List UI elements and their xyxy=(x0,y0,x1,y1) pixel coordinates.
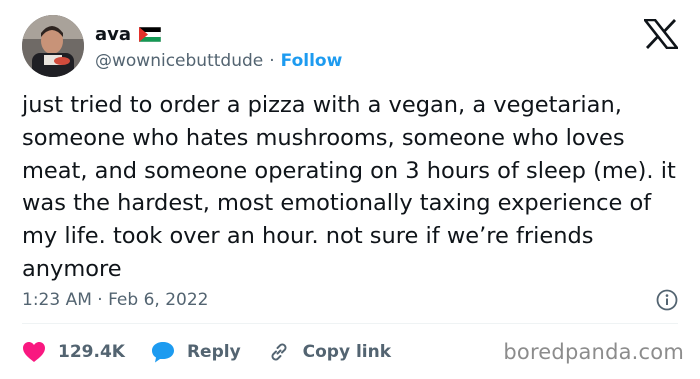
name-row: ava xyxy=(95,22,162,46)
reply-label: Reply xyxy=(186,342,241,362)
handle-row: @wownicebuttdude · Follow xyxy=(95,49,342,73)
copy-link-label: Copy link xyxy=(302,342,392,362)
reply-bubble-icon xyxy=(151,342,174,363)
tweet-header: ava @wownicebuttdude · Follow xyxy=(22,15,678,79)
heart-icon xyxy=(23,342,45,362)
tweet-meta: 1:23 AM · Feb 6, 2022 xyxy=(22,288,678,312)
like-button[interactable]: 129.4K xyxy=(22,341,125,363)
divider xyxy=(22,323,678,324)
watermark: boredpanda.com xyxy=(503,340,684,364)
avatar-image xyxy=(22,15,84,77)
tweet-timestamp[interactable]: 1:23 AM · Feb 6, 2022 xyxy=(22,290,208,310)
palestine-flag-icon xyxy=(139,26,162,42)
display-name[interactable]: ava xyxy=(95,24,131,45)
link-icon xyxy=(271,343,287,361)
info-icon[interactable] xyxy=(656,289,678,311)
separator-dot: · xyxy=(269,51,275,71)
tweet-card: ava @wownicebuttdude · Follow just tried… xyxy=(0,0,700,379)
user-handle[interactable]: @wownicebuttdude xyxy=(95,51,263,71)
follow-button[interactable]: Follow xyxy=(281,51,343,71)
avatar[interactable] xyxy=(22,15,84,77)
like-count: 129.4K xyxy=(58,342,125,362)
reply-button[interactable]: Reply xyxy=(151,341,241,363)
tweet-text: just tried to order a pizza with a vegan… xyxy=(22,92,676,282)
x-logo-icon[interactable] xyxy=(644,19,678,49)
copy-link-button[interactable]: Copy link xyxy=(267,340,391,364)
